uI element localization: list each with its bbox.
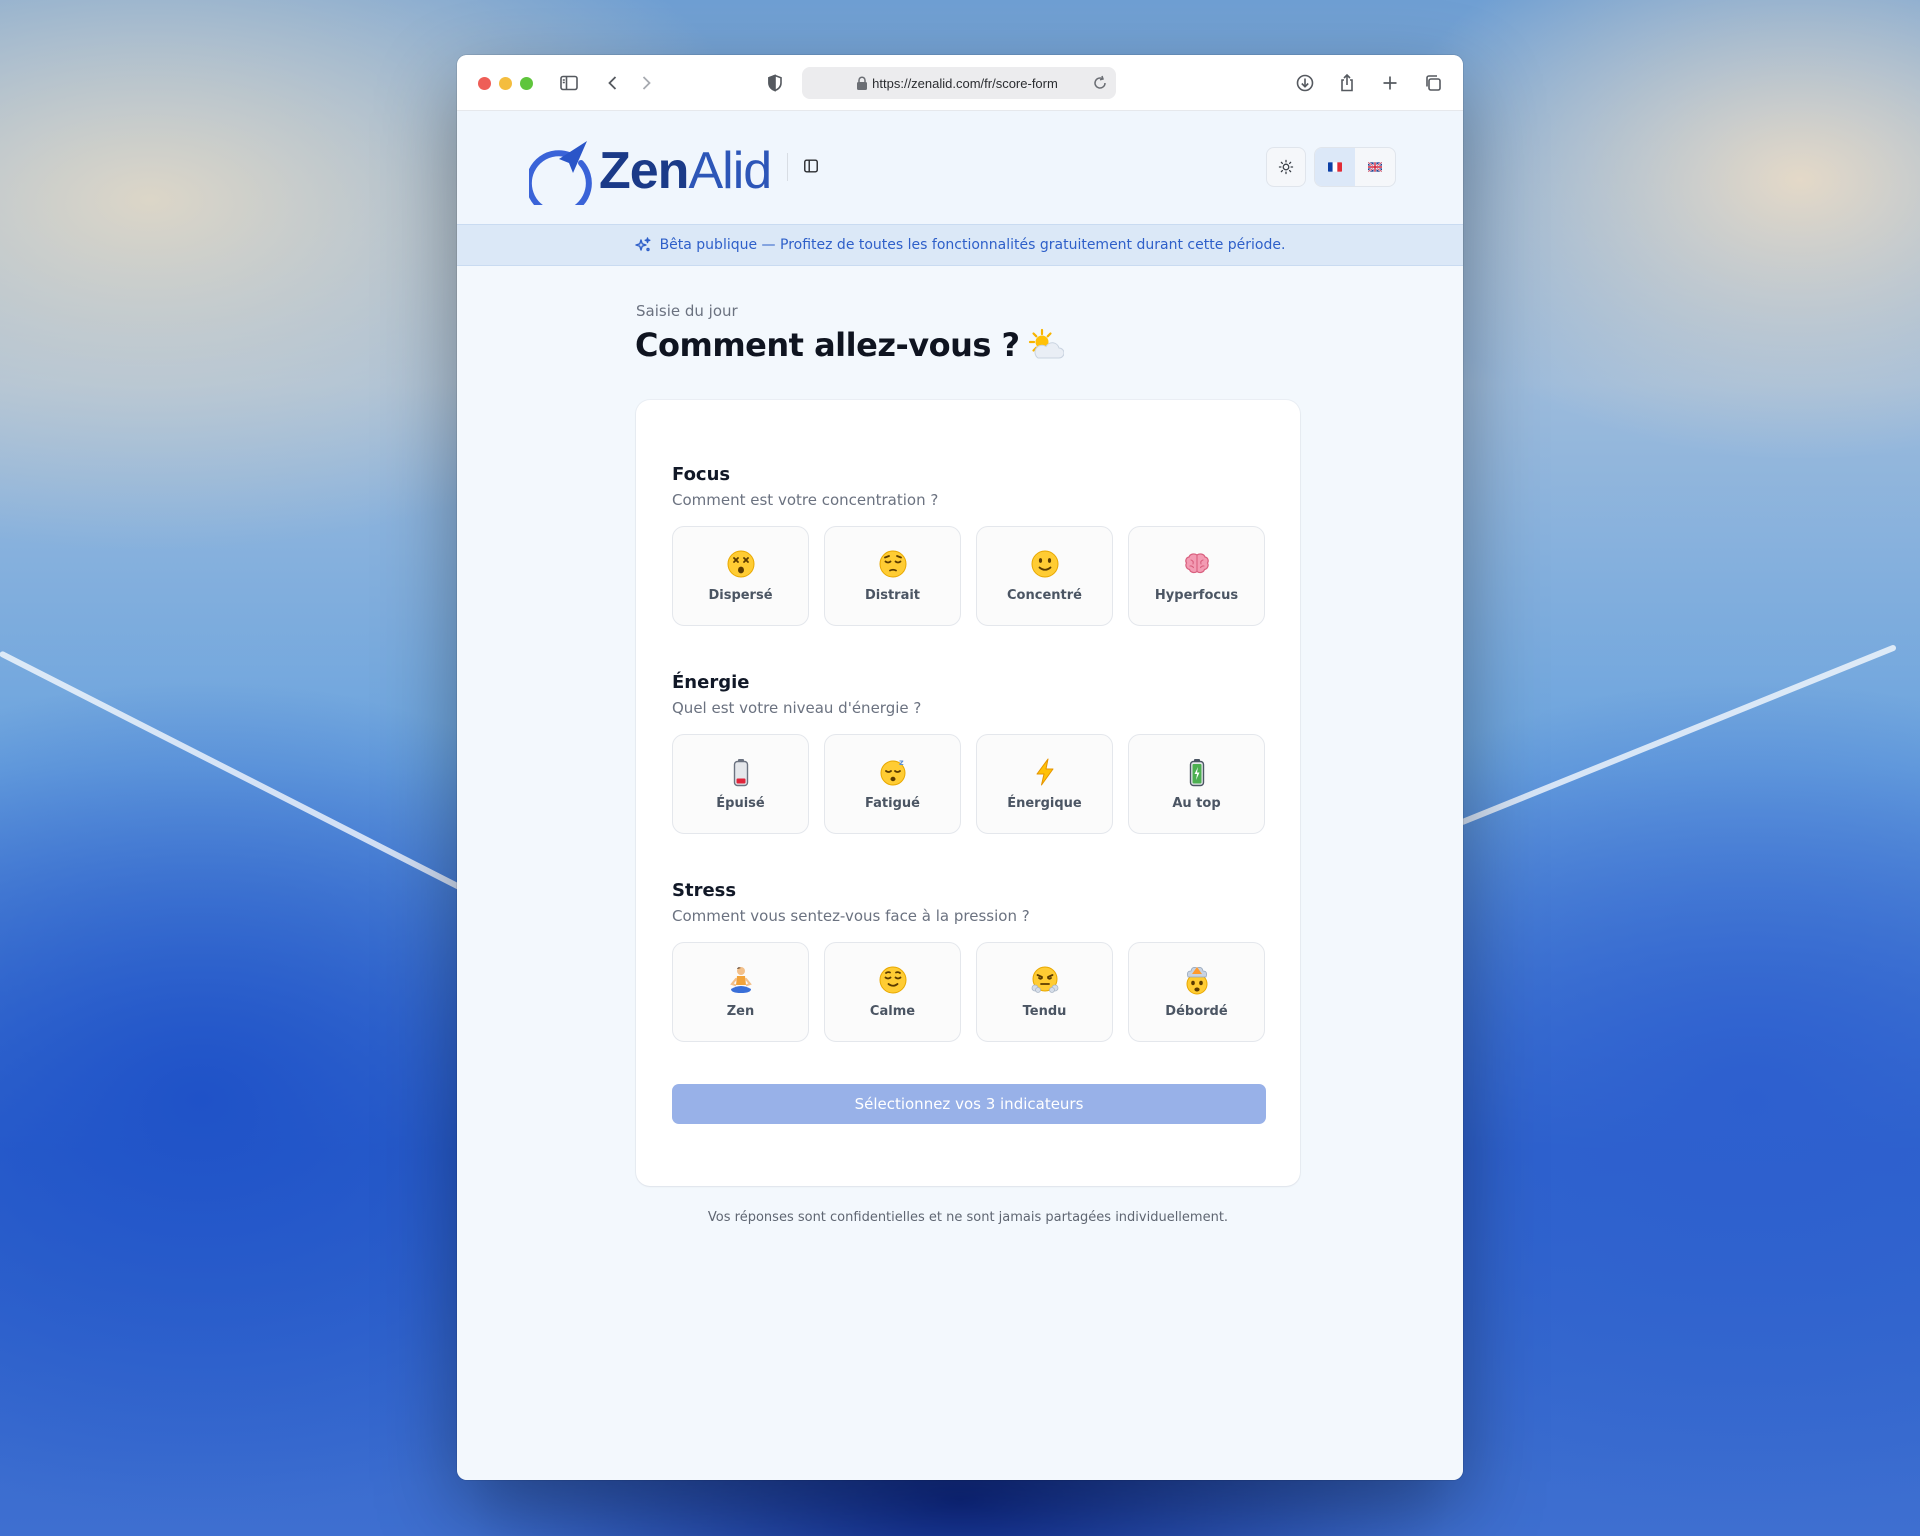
dizzy-face-icon <box>727 550 754 578</box>
option-label: Débordé <box>1165 1004 1228 1019</box>
page-title: Comment allez-vous ? <box>635 326 1064 364</box>
option-label: Énergique <box>1007 796 1082 811</box>
brain-icon <box>1184 553 1209 574</box>
wallpaper-streak <box>0 650 465 892</box>
reload-icon[interactable] <box>1090 73 1110 93</box>
web-page: ZenAlid Bêta publique — Profitez de tout… <box>457 111 1463 1480</box>
submit-button[interactable]: Sélectionnez vos 3 indicateurs <box>672 1084 1266 1124</box>
share-icon[interactable] <box>1333 69 1361 97</box>
option-au-top[interactable]: Au top <box>1128 734 1265 834</box>
section-title: Focus <box>672 464 731 485</box>
section-subtitle: Comment est votre concentration ? <box>672 491 939 509</box>
section-title: Énergie <box>672 672 750 693</box>
option-epuise[interactable]: Épuisé <box>672 734 809 834</box>
option-label: Zen <box>726 1004 755 1019</box>
wallpaper-streak <box>1458 644 1897 826</box>
sun-behind-cloud-icon <box>1028 328 1064 359</box>
energy-options: Épuisé z Fatigué Énergique Au top <box>672 734 1266 834</box>
option-disperse[interactable]: Dispersé <box>672 526 809 626</box>
logo-mark-icon <box>529 141 592 205</box>
browser-toolbar: https://zenalid.com/fr/score-form <box>457 55 1463 111</box>
option-calme[interactable]: Calme <box>824 942 961 1042</box>
option-zen[interactable]: Zen <box>672 942 809 1042</box>
lock-icon <box>857 76 867 90</box>
svg-text:z: z <box>899 758 904 767</box>
option-tendu[interactable]: Tendu <box>976 942 1113 1042</box>
option-fatigue[interactable]: z Fatigué <box>824 734 961 834</box>
stress-options: Zen Calme Tendu Débordé <box>672 942 1266 1042</box>
option-deborde[interactable]: Débordé <box>1128 942 1265 1042</box>
relieved-face-icon <box>879 966 906 994</box>
option-label: Au top <box>1172 796 1221 811</box>
focus-section: Focus Comment est votre concentration ? … <box>672 464 1266 626</box>
sidebar-icon[interactable] <box>555 69 583 97</box>
focus-options: Dispersé Distrait Concentré Hyperfocus <box>672 526 1266 626</box>
option-label: Calme <box>869 1004 916 1019</box>
option-label: Épuisé <box>716 796 765 811</box>
lightning-icon <box>1036 758 1053 786</box>
sun-icon <box>1278 159 1294 175</box>
option-label: Distrait <box>864 588 921 603</box>
minimize-window-button[interactable] <box>499 77 512 90</box>
header-divider <box>787 153 788 181</box>
language-switcher <box>1314 147 1396 187</box>
lang-fr-button[interactable] <box>1315 148 1355 186</box>
page-eyebrow: Saisie du jour <box>636 302 738 320</box>
energy-section: Énergie Quel est votre niveau d'énergie … <box>672 672 1266 834</box>
option-label: Concentré <box>1007 588 1082 603</box>
tab-overview-icon[interactable] <box>1419 69 1447 97</box>
browser-window: https://zenalid.com/fr/score-form ZenAli… <box>457 55 1463 1480</box>
lang-en-button[interactable] <box>1355 148 1395 186</box>
option-distrait[interactable]: Distrait <box>824 526 961 626</box>
site-header: ZenAlid <box>457 111 1463 224</box>
forward-icon[interactable] <box>632 69 660 97</box>
section-title: Stress <box>672 880 737 901</box>
option-label: Fatigué <box>865 796 920 811</box>
theme-toggle-button[interactable] <box>1266 147 1306 187</box>
url-text: https://zenalid.com/fr/score-form <box>872 75 1058 91</box>
sleeping-face-icon: z <box>880 758 905 786</box>
zoom-window-button[interactable] <box>520 77 533 90</box>
option-label: Tendu <box>1022 1004 1067 1019</box>
new-tab-icon[interactable] <box>1376 69 1404 97</box>
steam-face-icon <box>1031 966 1058 993</box>
section-subtitle: Quel est votre niveau d'énergie ? <box>672 699 922 717</box>
slight-smile-icon <box>1031 550 1058 578</box>
sidebar-toggle-icon[interactable] <box>800 155 822 177</box>
shield-icon[interactable] <box>761 69 789 97</box>
logo-wordmark: ZenAlid <box>599 142 772 200</box>
zenalid-logo[interactable]: ZenAlid <box>529 129 772 205</box>
stress-section: Stress Comment vous sentez-vous face à l… <box>672 880 1266 1042</box>
option-energique[interactable]: Énergique <box>976 734 1113 834</box>
option-hyperfocus[interactable]: Hyperfocus <box>1128 526 1265 626</box>
close-window-button[interactable] <box>478 77 491 90</box>
score-form-card: Focus Comment est votre concentration ? … <box>636 400 1300 1186</box>
option-concentre[interactable]: Concentré <box>976 526 1113 626</box>
back-icon[interactable] <box>599 69 627 97</box>
flag-uk-icon <box>1368 162 1382 172</box>
section-subtitle: Comment vous sentez-vous face à la press… <box>672 907 1030 925</box>
download-icon[interactable] <box>1291 69 1319 97</box>
full-battery-icon <box>1189 759 1204 787</box>
exploding-head-icon <box>1186 967 1207 995</box>
low-battery-icon <box>733 759 748 787</box>
beta-banner-text: Bêta publique — Profitez de toutes les f… <box>659 237 1286 253</box>
beta-banner: Bêta publique — Profitez de toutes les f… <box>457 224 1463 266</box>
address-bar[interactable]: https://zenalid.com/fr/score-form <box>802 67 1116 99</box>
meditation-icon <box>729 967 752 993</box>
privacy-footnote: Vos réponses sont confidentielles et ne … <box>707 1210 1229 1225</box>
option-label: Dispersé <box>708 588 773 603</box>
pensive-face-icon <box>879 550 906 578</box>
option-label: Hyperfocus <box>1154 588 1239 603</box>
flag-fr-icon <box>1328 162 1342 172</box>
sparkles-icon <box>634 237 651 252</box>
